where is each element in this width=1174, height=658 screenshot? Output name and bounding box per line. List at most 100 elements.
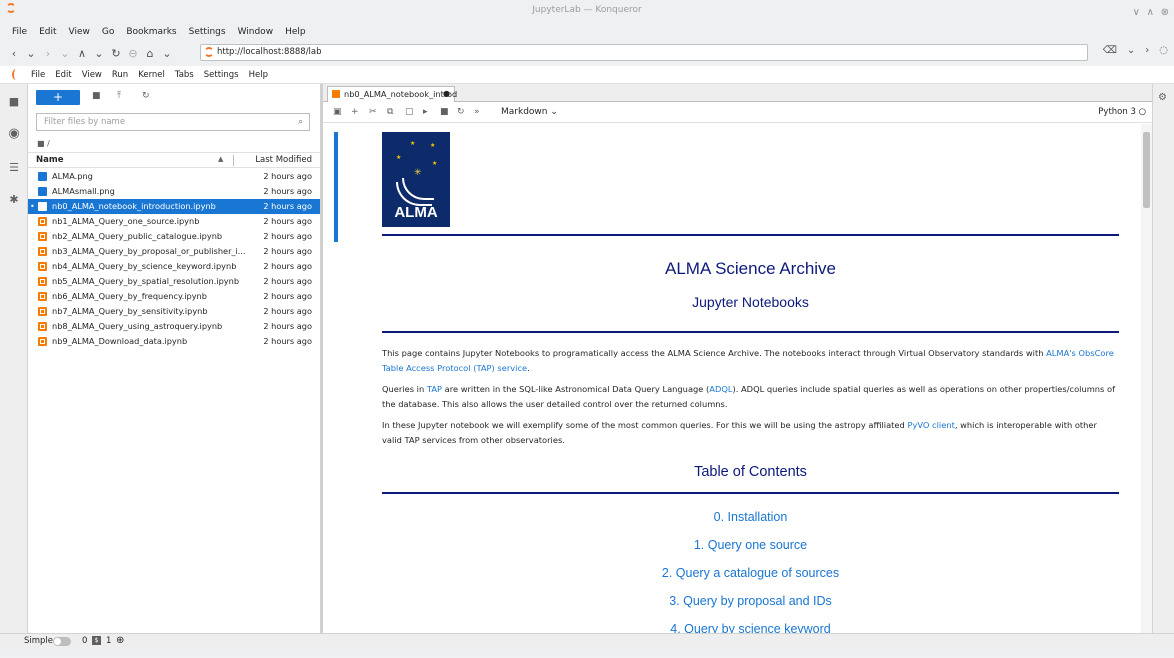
intro-paragraph: This page contains Jupyter Notebooks to … (382, 346, 1119, 376)
property-inspector-icon[interactable]: ⚙ (1158, 92, 1167, 103)
jl-menu-edit[interactable]: Edit (55, 70, 71, 80)
jl-menu-tabs[interactable]: Tabs (175, 70, 194, 80)
file-row[interactable]: nb5_ALMA_Query_by_spatial_resolution.ipy… (28, 274, 320, 289)
go-icon[interactable]: › (1145, 45, 1149, 56)
browser-menubar: File Edit View Go Bookmarks Settings Win… (0, 22, 1174, 42)
jl-menu-run[interactable]: Run (112, 70, 128, 80)
forward-icon[interactable]: › (40, 47, 56, 60)
url-dropdown-icon[interactable]: ⌄ (1127, 45, 1135, 56)
vertical-scrollbar[interactable] (1141, 124, 1152, 633)
scrollbar-thumb[interactable] (1143, 132, 1150, 208)
menu-file[interactable]: File (12, 27, 27, 37)
menu-window[interactable]: Window (238, 27, 274, 37)
menu-edit[interactable]: Edit (39, 27, 56, 37)
unsaved-dot-icon[interactable]: ● (443, 87, 450, 101)
file-row[interactable]: • nb0_ALMA_notebook_introduction.ipynb 2 h… (28, 199, 320, 214)
jl-menu-kernel[interactable]: Kernel (138, 70, 165, 80)
menu-view[interactable]: View (69, 27, 90, 37)
cut-icon[interactable]: ✂ (369, 107, 377, 117)
menu-bookmarks[interactable]: Bookmarks (126, 27, 176, 37)
filter-files-input[interactable]: Filter files by name ⌕ (36, 113, 310, 131)
cell-type-select[interactable]: Markdown ⌄ (501, 107, 558, 117)
tap-link[interactable]: TAP (427, 384, 442, 394)
tab-notebook[interactable]: nb0_ALMA_notebook_introd ● (327, 86, 457, 102)
file-row[interactable]: nb8_ALMA_Query_using_astroquery.ipynb 2 h… (28, 319, 320, 334)
terminal-icon: $ (92, 636, 101, 645)
terminal-count[interactable]: 0 (82, 636, 87, 646)
url-history-icon[interactable]: ⌄ (159, 47, 175, 60)
stop-icon[interactable]: ⊖ (125, 47, 141, 60)
file-row[interactable]: nb9_ALMA_Download_data.ipynb 2 hours ago (28, 334, 320, 349)
toc-link-proposal[interactable]: 3. Query by proposal and IDs (382, 594, 1119, 608)
new-folder-icon[interactable]: ■ (92, 91, 101, 101)
extension-icon[interactable]: ✱ (8, 194, 20, 206)
copy-icon[interactable]: ⧉ (387, 107, 393, 117)
menu-go[interactable]: Go (102, 27, 114, 37)
active-cell-indicator[interactable] (334, 132, 338, 242)
run-icon[interactable]: ▸ (423, 107, 428, 117)
kernel-icon: ⊕ (116, 635, 125, 646)
toc-link-installation[interactable]: 0. Installation (382, 510, 1119, 524)
jl-menu-help[interactable]: Help (249, 70, 268, 80)
toc-icon[interactable]: ☰ (8, 162, 20, 174)
simple-mode-toggle[interactable] (53, 637, 71, 646)
refresh-icon[interactable]: ↻ (142, 91, 150, 101)
notebook-icon (332, 90, 340, 98)
column-name[interactable]: Name (36, 155, 63, 165)
pyvo-link[interactable]: PyVO client (907, 420, 954, 430)
restart-run-all-icon[interactable]: » (474, 107, 480, 117)
minimize-icon[interactable]: ∨ (1133, 3, 1140, 23)
file-row[interactable]: ALMAsmall.png 2 hours ago (28, 184, 320, 199)
file-row[interactable]: nb4_ALMA_Query_by_science_keyword.ipynb 2… (28, 259, 320, 274)
forward-history-icon[interactable]: ⌄ (57, 47, 73, 60)
menu-help[interactable]: Help (285, 27, 306, 37)
save-icon[interactable]: ▣ (333, 107, 342, 117)
back-history-icon[interactable]: ⌄ (23, 47, 39, 60)
maximize-icon[interactable]: ∧ (1147, 3, 1154, 23)
home-icon[interactable]: ⌂ (142, 47, 158, 60)
jl-menu-settings[interactable]: Settings (204, 70, 239, 80)
toc-link-science-keyword[interactable]: 4. Query by science keyword (382, 622, 1119, 633)
right-sidebar: ⚙ (1152, 84, 1174, 633)
kernel-count[interactable]: 1 (106, 636, 111, 646)
file-modified: 2 hours ago (263, 321, 312, 331)
interrupt-icon[interactable]: ■ (440, 107, 449, 117)
kernel-status[interactable]: Python 3 ○ (1098, 107, 1146, 117)
menu-settings[interactable]: Settings (189, 27, 226, 37)
paste-icon[interactable]: ▢ (405, 107, 414, 117)
folder-icon[interactable]: ■ (8, 96, 20, 108)
breadcrumb[interactable]: ■ / (37, 139, 50, 148)
breadcrumb-root[interactable]: / (47, 139, 50, 148)
jl-menu-file[interactable]: File (31, 70, 45, 80)
file-row[interactable]: ALMA.png 2 hours ago (28, 169, 320, 184)
file-modified: 2 hours ago (263, 261, 312, 271)
jl-menu-view[interactable]: View (82, 70, 102, 80)
restart-icon[interactable]: ↻ (457, 107, 465, 117)
url-field[interactable]: http://localhost:8888/lab (200, 44, 1088, 61)
konqueror-app-icon (6, 3, 16, 13)
toc-link-one-source[interactable]: 1. Query one source (382, 538, 1119, 552)
up-icon[interactable]: ∧ (74, 47, 90, 60)
file-row[interactable]: nb1_ALMA_Query_one_source.ipynb 2 hours a… (28, 214, 320, 229)
toc-link-catalogue[interactable]: 2. Query a catalogue of sources (382, 566, 1119, 580)
upload-icon[interactable]: ⤒ (117, 91, 121, 101)
sort-ascending-icon[interactable]: ▲ (218, 155, 223, 163)
file-name: nb4_ALMA_Query_by_science_keyword.ipynb (52, 261, 237, 271)
file-row[interactable]: nb6_ALMA_Query_by_frequency.ipynb 2 hours… (28, 289, 320, 304)
up-history-icon[interactable]: ⌄ (91, 47, 107, 60)
adql-link[interactable]: ADQL (709, 384, 732, 394)
insert-cell-icon[interactable]: + (351, 107, 359, 117)
running-icon[interactable]: ◉ (8, 127, 20, 140)
close-window-icon[interactable]: ⊗ (1161, 3, 1169, 23)
file-row[interactable]: nb7_ALMA_Query_by_sensitivity.ipynb 2 hou… (28, 304, 320, 319)
window-title: JupyterLab — Konqueror (532, 5, 642, 15)
new-launcher-button[interactable]: + (36, 90, 80, 105)
back-icon[interactable]: ‹ (6, 47, 22, 60)
file-row[interactable]: nb2_ALMA_Query_public_catalogue.ipynb 2 h… (28, 229, 320, 244)
column-last-modified[interactable]: Last Modified (255, 155, 312, 165)
file-name: nb7_ALMA_Query_by_sensitivity.ipynb (52, 306, 208, 316)
file-row[interactable]: nb3_ALMA_Query_by_proposal_or_publisher_… (28, 244, 320, 259)
clear-url-icon[interactable]: ⌫ (1103, 45, 1117, 56)
file-browser: + ■ ⤒ ↻ Filter files by name ⌕ ■ / Name … (28, 84, 320, 633)
reload-icon[interactable]: ↻ (108, 47, 124, 60)
